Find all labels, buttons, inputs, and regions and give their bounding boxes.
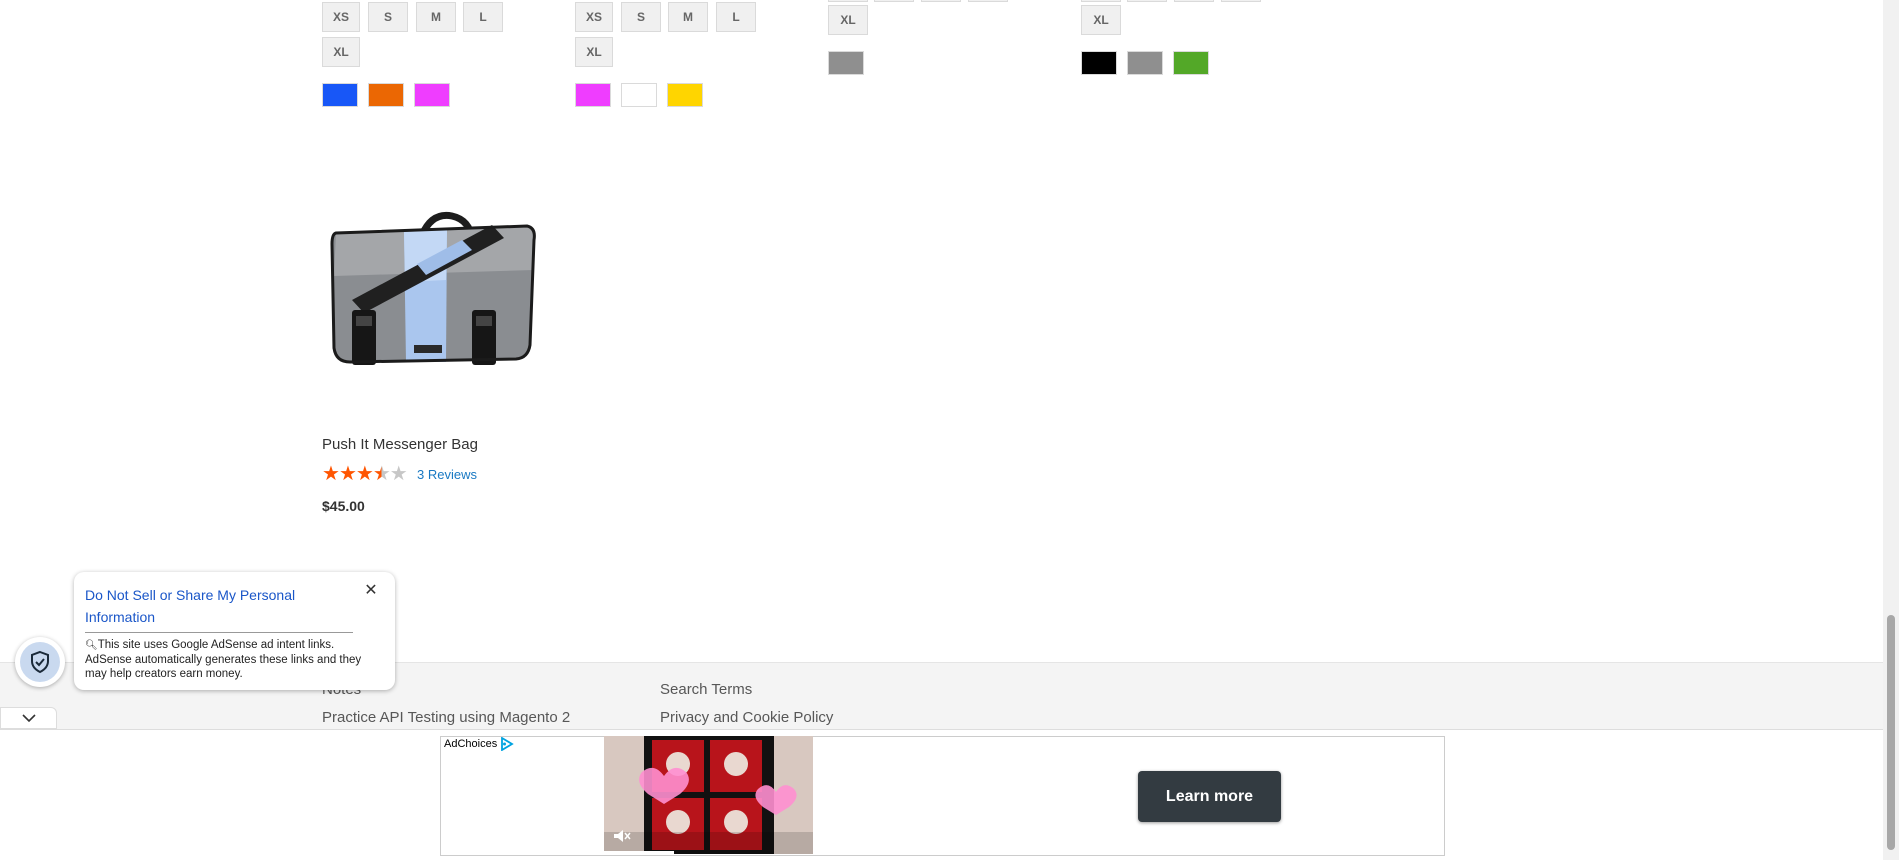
- footer-link-privacy-policy[interactable]: Privacy and Cookie Policy: [660, 709, 833, 726]
- chevron-down-icon: [21, 713, 36, 722]
- ad-video-frame: [604, 736, 813, 854]
- divider: [85, 632, 353, 633]
- color-swatch-orange[interactable]: [368, 83, 404, 107]
- privacy-popup: Do Not Sell or Share My Personal Informa…: [74, 572, 395, 690]
- size-swatch-l[interactable]: L: [716, 2, 756, 32]
- color-swatch-gray[interactable]: [1127, 51, 1163, 75]
- size-swatch-xl[interactable]: XL: [575, 37, 613, 67]
- privacy-popup-text: This site uses Google AdSense ad intent …: [85, 639, 362, 680]
- size-swatch-m[interactable]: M: [416, 2, 456, 32]
- color-swatch-gray[interactable]: [828, 51, 864, 75]
- reviews-link[interactable]: 3 Reviews: [417, 467, 477, 482]
- size-swatch-s[interactable]: S: [368, 2, 408, 32]
- star-icon: ★: [372, 463, 391, 485]
- size-swatch-offscreen[interactable]: [874, 0, 914, 2]
- rating-stars: ★★★★★: [322, 463, 408, 485]
- footer-link-search-terms[interactable]: Search Terms: [660, 681, 752, 698]
- size-swatch-s[interactable]: S: [621, 2, 661, 32]
- size-swatch-offscreen[interactable]: [1081, 0, 1121, 2]
- shield-check-icon: [20, 642, 60, 682]
- close-icon[interactable]: ✕: [362, 582, 380, 600]
- size-swatch-offscreen[interactable]: [968, 0, 1008, 2]
- size-swatch-m[interactable]: M: [668, 2, 708, 32]
- product-price: $45.00: [322, 498, 365, 514]
- adchoices-link[interactable]: AdChoices: [444, 737, 514, 751]
- color-swatch-black[interactable]: [1081, 51, 1117, 75]
- messenger-bag-image: [330, 211, 536, 365]
- size-swatch-offscreen[interactable]: [1174, 0, 1214, 2]
- adchoices-icon: [501, 737, 514, 751]
- scrollbar-thumb[interactable]: [1887, 615, 1895, 850]
- star-icon: ★: [389, 463, 408, 485]
- collapse-button[interactable]: [0, 707, 57, 729]
- size-swatch-xl[interactable]: XL: [1081, 5, 1121, 35]
- size-swatch-xl[interactable]: XL: [828, 5, 868, 35]
- footer-link-practice-api[interactable]: Practice API Testing using Magento 2: [322, 709, 570, 726]
- size-swatch-offscreen[interactable]: [1127, 0, 1167, 2]
- page-scrollbar[interactable]: [1883, 0, 1899, 860]
- privacy-popup-body: 🔍︎This site uses Google AdSense ad inten…: [85, 638, 375, 681]
- privacy-shield-button[interactable]: [15, 637, 65, 687]
- star-icon: ★: [355, 463, 374, 485]
- color-swatch-purple[interactable]: [575, 83, 611, 107]
- color-swatch-yellow[interactable]: [667, 83, 703, 107]
- product-name-link[interactable]: Push It Messenger Bag: [322, 436, 478, 453]
- color-swatch-green[interactable]: [1173, 51, 1209, 75]
- size-swatch-xs[interactable]: XS: [575, 2, 613, 32]
- color-swatch-blue[interactable]: [322, 83, 358, 107]
- color-swatch-white[interactable]: [621, 83, 657, 107]
- size-swatch-offscreen[interactable]: [921, 0, 961, 2]
- ad-frame[interactable]: [440, 736, 1445, 856]
- color-swatch-purple[interactable]: [414, 83, 450, 107]
- search-icon: 🔍︎: [85, 640, 98, 651]
- product-image[interactable]: [322, 140, 542, 415]
- size-swatch-offscreen[interactable]: [828, 0, 868, 2]
- star-icon: ★: [322, 463, 340, 485]
- size-swatch-l[interactable]: L: [463, 2, 503, 32]
- size-swatch-xl[interactable]: XL: [322, 37, 360, 67]
- learn-more-button[interactable]: Learn more: [1138, 771, 1281, 822]
- star-icon: ★: [338, 463, 357, 485]
- adchoices-label: AdChoices: [444, 738, 498, 750]
- size-swatch-offscreen[interactable]: [1221, 0, 1261, 2]
- privacy-popup-title[interactable]: Do Not Sell or Share My Personal Informa…: [85, 584, 345, 628]
- size-swatch-xs[interactable]: XS: [322, 2, 360, 32]
- page: XS S M L XL XS S M L XL XL XL Push It Me…: [0, 0, 1899, 860]
- ad-video[interactable]: [604, 736, 813, 854]
